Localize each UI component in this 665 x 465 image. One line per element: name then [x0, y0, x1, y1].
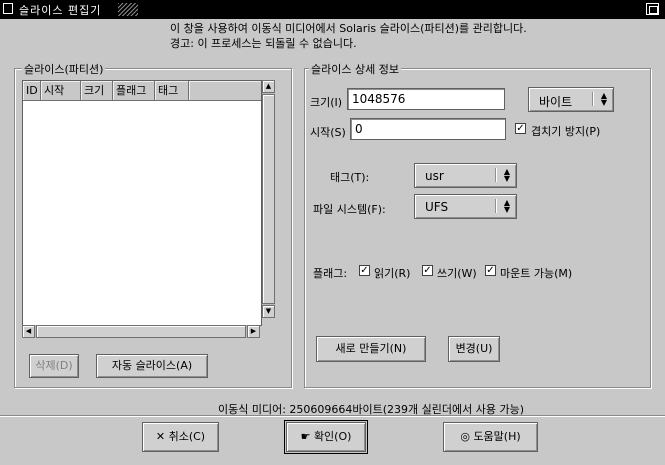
window-title: 슬라이스 편집기 — [19, 4, 102, 17]
flag-write-label: 쓰기(W) — [437, 267, 477, 280]
flag-mount-label: 마운트 가능(M) — [500, 267, 573, 280]
tag-select[interactable]: usr ▲ ▼ — [414, 163, 517, 188]
option-separator — [495, 199, 496, 213]
horizontal-scroll-thumb[interactable] — [36, 325, 246, 338]
info-line-usage: 이 창을 사용하여 이동식 미디어에서 Solaris 슬라이스(파티션)를 관… — [170, 22, 527, 35]
filesystem-select[interactable]: UFS ▲ ▼ — [414, 194, 517, 219]
flags-label: 플래그: — [313, 267, 348, 280]
updown-arrows-icon: ▲ ▼ — [503, 198, 510, 214]
tag-label: 태그(T): — [330, 171, 370, 184]
column-header-start[interactable]: 시작 — [41, 81, 81, 101]
footer-separator — [0, 415, 665, 416]
flag-read-checkbox[interactable]: ✓ — [359, 265, 370, 276]
filesystem-value: UFS — [425, 200, 449, 214]
ok-label: 확인(O) — [313, 430, 352, 443]
column-header-tag[interactable]: 태그 — [155, 81, 189, 101]
auto-slice-button[interactable]: 자동 슬라이스(A) — [96, 354, 208, 378]
horizontal-scrollbar[interactable]: ◀ ▶ — [22, 325, 260, 338]
slice-list[interactable]: ID 시작 크기 플래그 태그 — [22, 80, 262, 326]
size-input[interactable] — [347, 88, 505, 110]
scroll-down-icon[interactable]: ▼ — [262, 305, 275, 318]
option-separator — [592, 92, 593, 106]
size-unit-select[interactable]: 바이트 ▲ ▼ — [528, 87, 614, 112]
start-label: 시작(S) — [310, 126, 346, 139]
filesystem-label: 파일 시스템(F): — [313, 203, 386, 216]
start-input[interactable] — [350, 118, 506, 140]
delete-button[interactable]: 삭제(D) — [29, 354, 79, 378]
overlap-prevent-label: 겹치기 방지(P) — [531, 125, 601, 138]
help-button[interactable]: ◎ 도움말(H) — [443, 422, 538, 452]
hand-pointer-icon: ☛ — [300, 430, 311, 443]
vertical-scrollbar[interactable]: ▲ ▼ — [262, 80, 275, 318]
updown-arrows-icon: ▲ ▼ — [600, 91, 607, 107]
option-separator — [495, 168, 496, 182]
cancel-label: 취소(C) — [168, 430, 206, 443]
window-menu-icon[interactable] — [3, 3, 13, 14]
vertical-scroll-thumb[interactable] — [262, 94, 275, 304]
ok-button[interactable]: ☛ 확인(O) — [284, 420, 368, 454]
scroll-up-icon[interactable]: ▲ — [262, 80, 275, 93]
column-header-size[interactable]: 크기 — [81, 81, 113, 101]
slice-details-group-title: 슬라이스 상세 정보 — [309, 61, 401, 77]
overlap-prevent-checkbox[interactable]: ✓ — [515, 123, 526, 134]
help-label: 도움말(H) — [473, 430, 521, 443]
column-header-flags[interactable]: 플래그 — [113, 81, 155, 101]
change-slice-button[interactable]: 변경(U) — [448, 336, 500, 362]
maximize-icon[interactable] — [646, 3, 659, 15]
x-icon: ✕ — [155, 430, 166, 443]
slices-group-title: 슬라이스(파티션) — [22, 61, 106, 77]
column-header-id[interactable]: ID — [23, 81, 41, 101]
size-unit-value: 바이트 — [539, 95, 573, 109]
title-bar-grip — [118, 3, 138, 16]
info-line-warning: 경고: 이 프로세스는 되돌릴 수 없습니다. — [170, 37, 357, 50]
lifebuoy-icon: ◎ — [460, 430, 470, 443]
scroll-left-icon[interactable]: ◀ — [22, 325, 35, 338]
flag-mount-checkbox[interactable]: ✓ — [485, 265, 496, 276]
title-bar[interactable]: 슬라이스 편집기 — [0, 0, 665, 19]
updown-arrows-icon: ▲ ▼ — [503, 167, 510, 183]
new-slice-button[interactable]: 새로 만들기(N) — [316, 336, 426, 362]
flag-read-label: 읽기(R) — [374, 267, 411, 280]
cancel-button[interactable]: ✕ 취소(C) — [142, 422, 219, 452]
flag-write-checkbox[interactable]: ✓ — [422, 265, 433, 276]
size-label: 크기(I) — [310, 96, 343, 109]
tag-value: usr — [425, 169, 444, 183]
column-header-filler — [189, 81, 261, 101]
scroll-right-icon[interactable]: ▶ — [247, 325, 260, 338]
